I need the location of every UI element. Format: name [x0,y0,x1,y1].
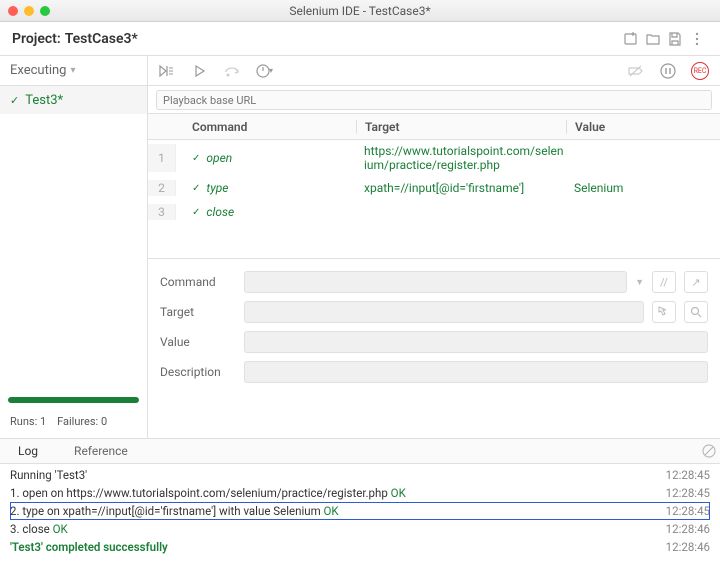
playback-url-input[interactable] [156,90,712,110]
executing-label: Executing [10,63,66,78]
step-number: 2 [148,180,176,196]
editor-target-label: Target [160,305,236,319]
editor-value-field[interactable] [244,331,708,353]
editor-description-field[interactable] [244,361,708,383]
run-all-icon[interactable] [156,59,180,83]
command-editor: Command ▼ // ↗ Target Value Description [148,258,720,395]
step-over-icon[interactable] [220,59,244,83]
editor-command-field[interactable] [244,271,627,293]
editor-new-window-icon[interactable]: ↗ [684,271,708,293]
clear-log-icon[interactable] [698,440,720,462]
step-target: https://www.tutorialspoint.com/selenium/… [356,144,566,172]
maximize-window-button[interactable] [40,6,50,16]
bottom-tabs: Log Reference [0,438,720,464]
check-icon: ✓ [192,183,200,194]
header-command: Command [176,120,356,134]
more-menu-icon[interactable] [686,28,708,50]
new-project-icon[interactable] [620,28,642,50]
window-title: Selenium IDE - TestCase3* [289,4,430,18]
check-icon: ✓ [192,153,200,164]
steps-table: 1 ✓open https://www.tutorialspoint.com/s… [148,140,720,258]
step-target [356,204,566,220]
step-row[interactable]: 3 ✓close [148,200,720,224]
editor-find-target-icon[interactable] [684,301,708,323]
window-controls [8,6,50,16]
log-row: 2. type on xpath=//input[@id='firstname'… [10,502,710,520]
record-button[interactable]: REC [688,59,712,83]
test-item[interactable]: ✓ Test3* [0,86,147,114]
log-panel: Running 'Test3'12:28:451. open on https:… [0,464,720,564]
progress-bar [8,397,139,403]
log-row: 1. open on https://www.tutorialspoint.co… [10,484,710,502]
step-command: ✓open [176,144,356,172]
step-command: ✓close [176,204,356,220]
editor-value-label: Value [160,335,236,349]
log-time: 12:28:45 [666,486,710,500]
editor-command-label: Command [160,275,236,289]
minimize-window-button[interactable] [24,6,34,16]
header-value: Value [566,120,720,134]
editor-select-target-icon[interactable] [652,301,676,323]
editor-comment-toggle[interactable]: // [652,271,676,293]
progress-track [8,397,139,403]
url-bar [148,86,720,114]
test-list: ✓ Test3* [0,86,147,391]
step-target: xpath=//input[@id='firstname'] [356,180,566,196]
executing-dropdown[interactable]: Executing ▾ [0,56,147,86]
check-icon: ✓ [10,94,19,107]
editor-target-field[interactable] [244,301,644,323]
log-time: 12:28:46 [666,522,710,536]
step-number: 3 [148,204,176,220]
project-name: TestCase3* [65,31,138,47]
pause-icon[interactable] [656,59,680,83]
open-project-icon[interactable] [642,28,664,50]
run-current-icon[interactable] [188,59,212,83]
test-name: Test3* [25,93,63,108]
toolbar: ▾ REC [148,56,720,86]
log-time: 12:28:45 [666,468,710,482]
chevron-down-icon: ▾ [70,65,75,76]
step-row[interactable]: 2 ✓type xpath=//input[@id='firstname'] S… [148,176,720,200]
log-row: Running 'Test3'12:28:45 [10,466,710,484]
disable-breakpoints-icon[interactable] [624,59,648,83]
content-area: ▾ REC Command Target Value 1 ✓open https… [148,56,720,438]
save-project-icon[interactable] [664,28,686,50]
project-bar: Project: TestCase3* [0,22,720,56]
log-time: 12:28:46 [666,540,710,554]
log-row: 3. close OK12:28:46 [10,520,710,538]
log-row: 'Test3' completed successfully12:28:46 [10,538,710,556]
step-value [566,204,720,220]
steps-header: Command Target Value [148,114,720,140]
step-row[interactable]: 1 ✓open https://www.tutorialspoint.com/s… [148,140,720,176]
step-value: Selenium [566,180,720,196]
step-number: 1 [148,144,176,172]
step-value [566,144,720,172]
check-icon: ✓ [192,207,200,218]
header-target: Target [356,120,566,134]
sidebar: Executing ▾ ✓ Test3* Runs: 1 Failures: 0 [0,56,148,438]
run-stats: Runs: 1 Failures: 0 [0,409,147,438]
project-label: Project: [12,31,61,47]
close-window-button[interactable] [8,6,18,16]
step-command: ✓type [176,180,356,196]
window-titlebar: Selenium IDE - TestCase3* [0,0,720,22]
editor-description-label: Description [160,365,236,379]
tab-reference[interactable]: Reference [56,439,146,463]
tab-log[interactable]: Log [0,439,56,463]
speed-icon[interactable]: ▾ [252,59,276,83]
log-time: 12:28:45 [666,504,710,518]
